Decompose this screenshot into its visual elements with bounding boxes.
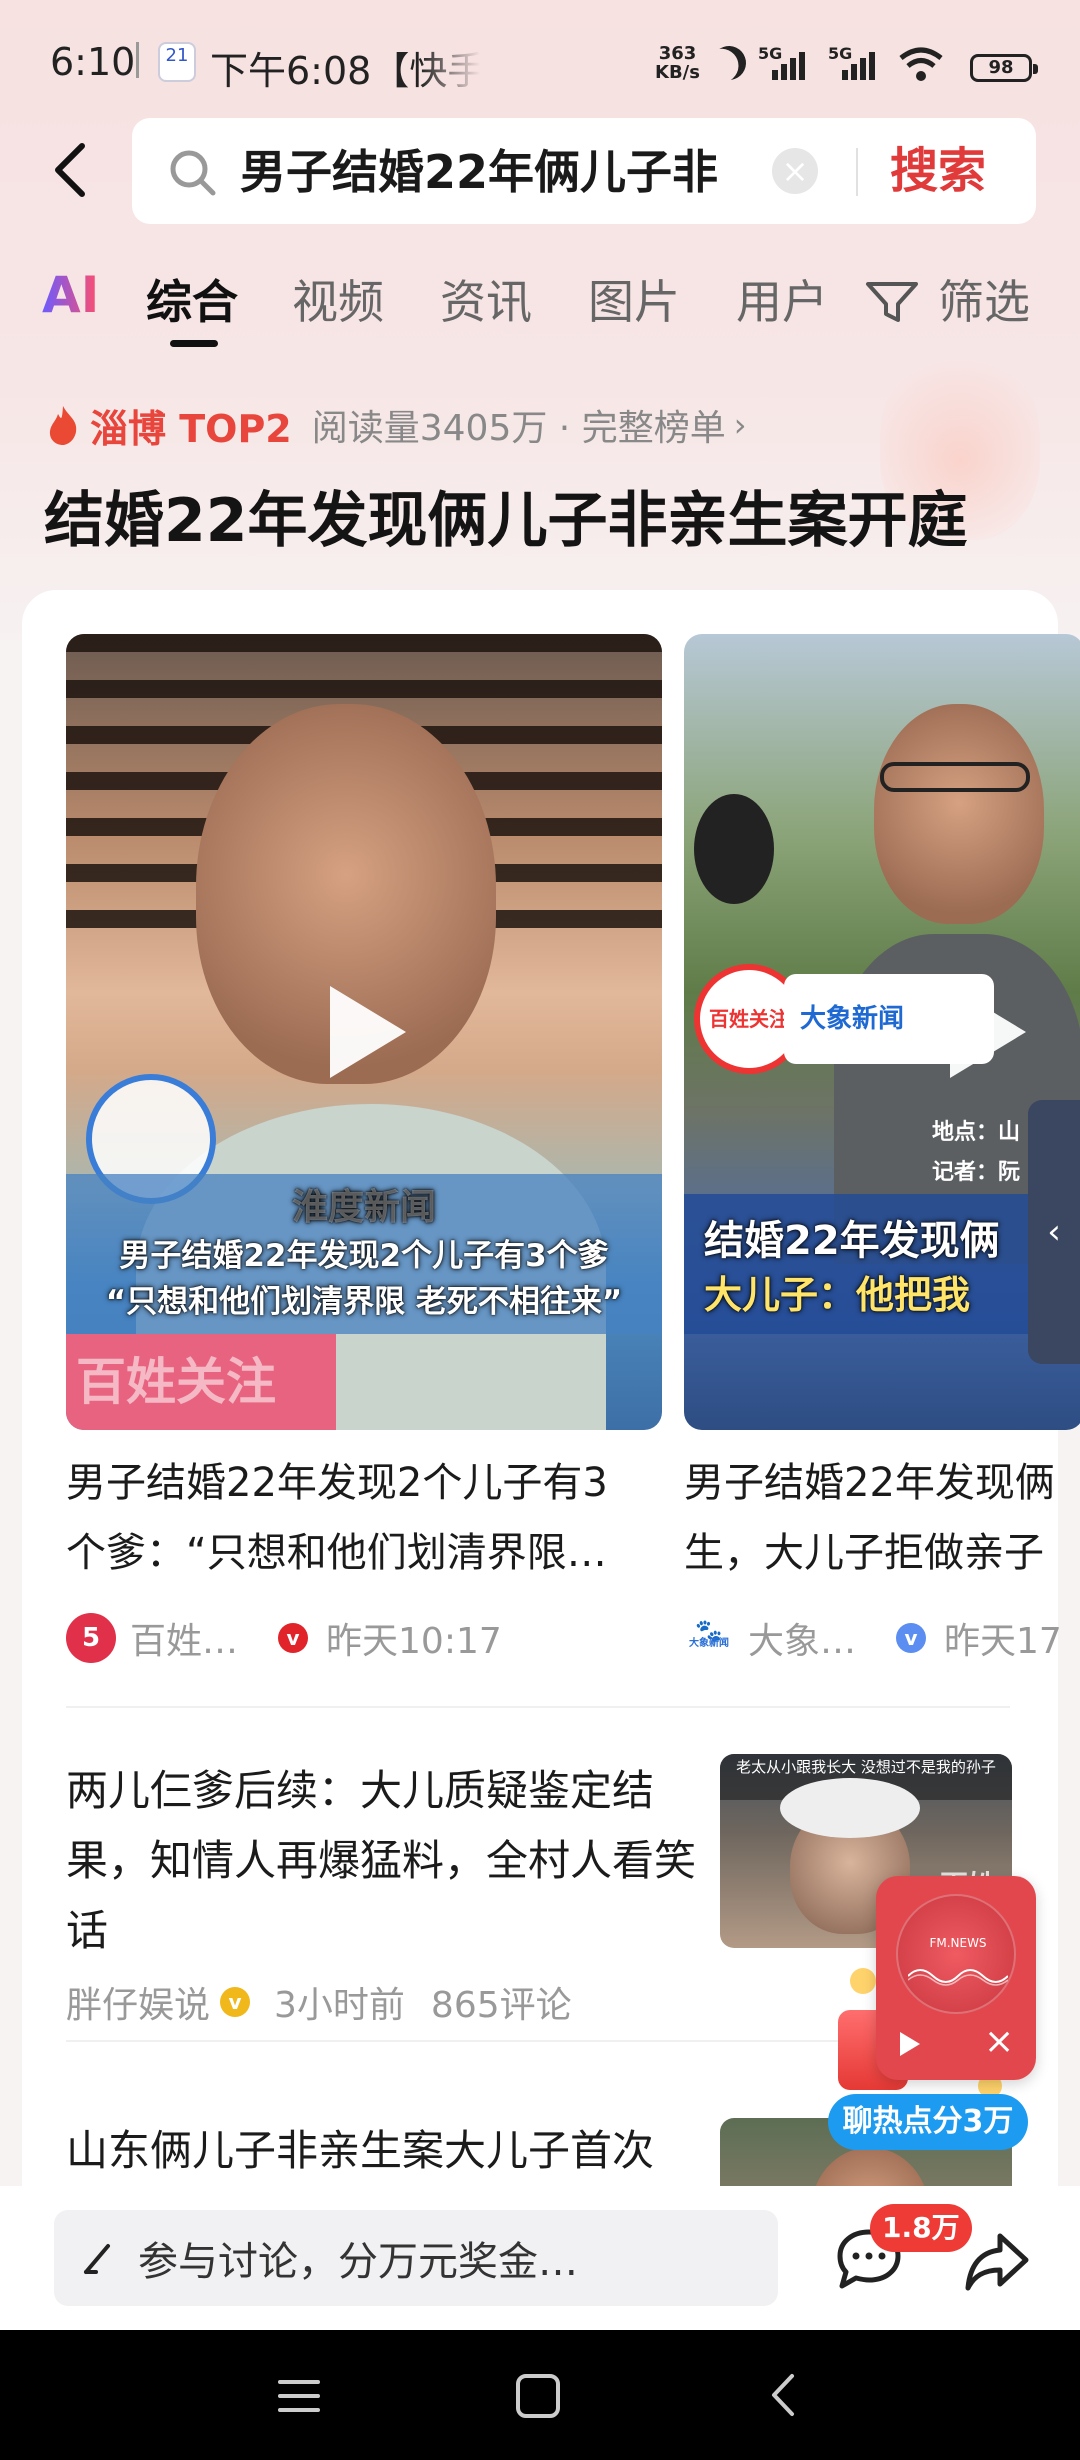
play-icon[interactable] bbox=[950, 986, 1026, 1078]
coin-icon bbox=[850, 1968, 876, 1994]
video-source-1[interactable]: 5 百姓… v 昨天10:17 bbox=[66, 1610, 502, 1666]
tab-video[interactable]: 视频 bbox=[292, 266, 384, 332]
video-caption-line1: 结婚22年发现俩 bbox=[704, 1218, 1000, 1264]
white-hair bbox=[780, 1778, 920, 1838]
fm-close-icon[interactable]: × bbox=[984, 2022, 1014, 2062]
source-name: 百姓… bbox=[130, 1621, 239, 1662]
video-caption-line2: 大儿子：他把我 bbox=[704, 1273, 971, 1317]
verified-icon: v bbox=[896, 1623, 927, 1653]
publish-time: 昨天10:17 bbox=[326, 1621, 502, 1662]
article-comments: 865评论 bbox=[430, 1985, 572, 2026]
tab-images[interactable]: 图片 bbox=[588, 266, 680, 332]
category-tabs: AI 综合 视频 资讯 图片 用户 筛选 bbox=[0, 260, 1080, 350]
search-button[interactable]: 搜索 bbox=[890, 140, 986, 202]
signal-label-1: 5G bbox=[758, 44, 783, 63]
net-speed-value: 363 bbox=[658, 43, 697, 64]
comment-placeholder: 参与讨论，分万元奖金… bbox=[138, 2239, 578, 2285]
video-caption-line1: 男子结婚22年发现2个儿子有3个爹 bbox=[119, 1238, 609, 1274]
signal-icon-1: 5G bbox=[758, 44, 818, 84]
overlay-brand: 淮度新闻 bbox=[291, 1187, 436, 1228]
hot-headline[interactable]: 结婚22年发现俩儿子非亲生案开庭 bbox=[44, 472, 968, 559]
side-panel-toggle[interactable]: ‹ bbox=[1028, 1100, 1080, 1364]
fm-label: FM.NEWS bbox=[929, 1936, 987, 1950]
wifi-icon bbox=[899, 47, 943, 81]
signal-icon-2: 5G bbox=[828, 44, 888, 84]
tab-users[interactable]: 用户 bbox=[736, 266, 828, 332]
microphone bbox=[694, 794, 774, 904]
fm-play-icon[interactable] bbox=[900, 2032, 920, 2056]
status-notification: 下午6:08【快手 bbox=[210, 40, 480, 95]
search-bar[interactable]: 男子结婚22年俩儿子非 × 搜索 bbox=[132, 118, 1036, 224]
calendar-icon: 21 bbox=[158, 42, 196, 82]
overlay-bottom-banner: 百姓关注 bbox=[66, 1334, 336, 1430]
comment-input[interactable]: 参与讨论，分万元奖金… bbox=[54, 2210, 778, 2306]
source-avatar: 🐾 大象新闻 bbox=[684, 1613, 734, 1663]
video-title-1[interactable]: 男子结婚22年发现2个儿子有3 个爹：“只想和他们划清界限… bbox=[66, 1448, 662, 1588]
signal-label-2: 5G bbox=[828, 44, 853, 63]
video-thumbnail-2[interactable]: 百姓关注 大象新闻 地点：山 记者：阮 结婚22年发现俩 大儿子：他把我 bbox=[684, 634, 1080, 1430]
play-icon[interactable] bbox=[330, 986, 406, 1078]
comment-count-badge: 1.8万 bbox=[870, 2204, 972, 2252]
video-title-2[interactable]: 男子结婚22年发现俩 生，大儿子拒做亲子 bbox=[684, 1448, 1080, 1588]
pen-icon bbox=[84, 2244, 110, 2274]
article-title-1[interactable]: 两儿仨爹后续：大儿质疑鉴定结果，知情人再爆猛料，全村人看笑话 bbox=[66, 1756, 696, 1966]
hot-rank-row[interactable]: 淄博 TOP2 阅读量3405万 · 完整榜单 › bbox=[46, 399, 747, 451]
video-thumbnail-1[interactable]: 淮度新闻 男子结婚22年发现2个儿子有3个爹 “只想和他们划清界限 老死不相往来… bbox=[66, 634, 662, 1430]
source-name: 大象… bbox=[748, 1621, 857, 1662]
article-time: 3小时前 bbox=[274, 1985, 405, 2026]
verified-icon: v bbox=[278, 1623, 309, 1653]
active-tab-indicator bbox=[170, 340, 218, 347]
flame-icon bbox=[49, 406, 77, 445]
chevron-left-icon: ‹ bbox=[1047, 1212, 1061, 1252]
sound-wave-icon bbox=[908, 1969, 1008, 1986]
article-meta-1: 胖仔娱说 v 3小时前 865评论 bbox=[66, 1976, 572, 2028]
net-speed: 363 KB/s bbox=[655, 44, 700, 82]
status-bar: 6:10 21 下午6:08【快手 363 KB/s 5G 5G 98 bbox=[0, 0, 1080, 130]
back-button[interactable] bbox=[40, 135, 100, 205]
system-nav-bar bbox=[0, 2330, 1080, 2460]
video-caption-line2: “只想和他们划清界限 老死不相往来” bbox=[105, 1284, 623, 1320]
dnd-moon-icon bbox=[707, 41, 751, 85]
share-icon[interactable] bbox=[962, 2226, 1032, 2296]
menu-icon[interactable] bbox=[276, 2376, 322, 2416]
video-title-2-line1: 男子结婚22年发现俩 bbox=[684, 1460, 1055, 1506]
tab-ai[interactable]: AI bbox=[42, 266, 99, 324]
search-divider bbox=[856, 148, 858, 196]
divider bbox=[66, 1706, 1010, 1708]
article-author[interactable]: 胖仔娱说 bbox=[66, 1976, 210, 2028]
status-separator bbox=[136, 42, 139, 78]
home-icon[interactable] bbox=[516, 2374, 560, 2418]
person-face bbox=[874, 704, 1044, 924]
video-title-1-line1: 男子结婚22年发现2个儿子有3 bbox=[66, 1460, 608, 1506]
filter-icon[interactable] bbox=[864, 272, 920, 328]
net-speed-unit: KB/s bbox=[655, 62, 700, 83]
fm-disc: FM.NEWS bbox=[896, 1894, 1016, 2014]
bottom-action-bar: 参与讨论，分万元奖金… 1.8万 bbox=[0, 2186, 1080, 2330]
hot-rank-label: 淄博 TOP2 bbox=[90, 406, 292, 451]
verified-icon: v bbox=[220, 1987, 251, 2017]
article-title-2[interactable]: 山东俩儿子非亲生案大儿子首次 bbox=[66, 2116, 654, 2186]
chevron-right-icon: › bbox=[733, 406, 747, 444]
search-icon bbox=[170, 150, 216, 196]
tab-filter[interactable]: 筛选 bbox=[938, 266, 1030, 332]
clear-icon[interactable]: × bbox=[772, 148, 818, 194]
video-title-1-line2: 个爹：“只想和他们划清界限… bbox=[66, 1530, 607, 1576]
hot-read-count[interactable]: 阅读量3405万 · 完整榜单 bbox=[312, 399, 726, 451]
glasses bbox=[880, 762, 1030, 792]
fm-news-widget[interactable]: FM.NEWS × bbox=[876, 1876, 1036, 2080]
source-logo-text: 大象新闻 bbox=[689, 1638, 729, 1649]
hot-points-pill[interactable]: 聊热点分3万 bbox=[828, 2094, 1028, 2150]
nav-back-icon[interactable] bbox=[760, 2370, 810, 2420]
video-source-2[interactable]: 🐾 大象新闻 大象… v 昨天17 bbox=[684, 1610, 1080, 1666]
video-title-2-line2: 生，大儿子拒做亲子 bbox=[684, 1530, 1044, 1576]
video-location-label: 地点：山 bbox=[932, 1120, 1021, 1145]
tab-comprehensive[interactable]: 综合 bbox=[146, 266, 238, 332]
battery-icon: 98 bbox=[970, 54, 1038, 82]
tab-news[interactable]: 资讯 bbox=[440, 266, 532, 332]
publish-time: 昨天17 bbox=[944, 1621, 1062, 1662]
source-avatar: 5 bbox=[66, 1613, 116, 1663]
video-reporter-label: 记者：阮 bbox=[932, 1160, 1021, 1185]
status-time: 6:10 bbox=[50, 40, 136, 84]
back-arrow-icon bbox=[55, 143, 85, 197]
